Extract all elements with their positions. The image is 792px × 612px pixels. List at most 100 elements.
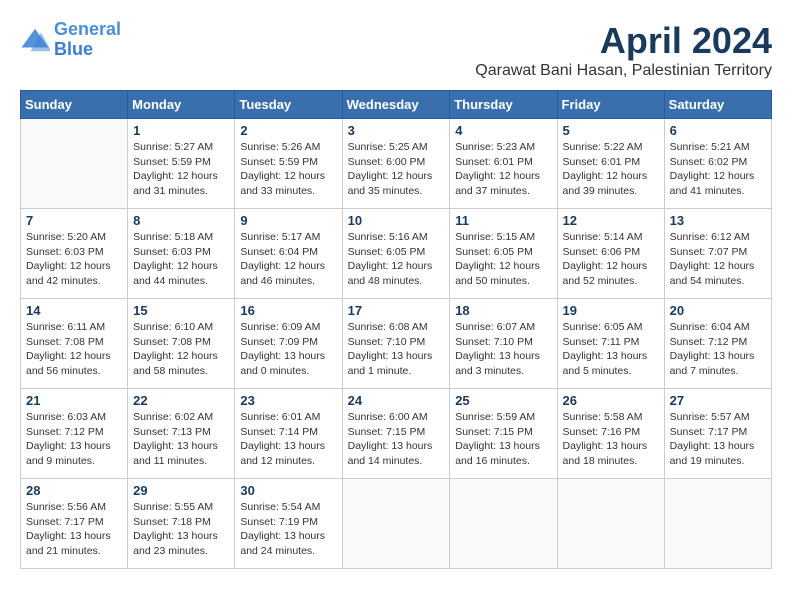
day-number: 13: [670, 213, 766, 228]
day-info: Sunrise: 5:22 AMSunset: 6:01 PMDaylight:…: [563, 140, 659, 199]
week-row-4: 21 Sunrise: 6:03 AMSunset: 7:12 PMDayligh…: [21, 389, 772, 479]
day-number: 22: [133, 393, 229, 408]
calendar-cell: [557, 479, 664, 569]
day-number: 30: [240, 483, 336, 498]
day-info: Sunrise: 5:17 AMSunset: 6:04 PMDaylight:…: [240, 230, 336, 289]
day-number: 16: [240, 303, 336, 318]
calendar-cell: 19 Sunrise: 6:05 AMSunset: 7:11 PMDayligh…: [557, 299, 664, 389]
column-header-thursday: Thursday: [450, 91, 557, 119]
calendar-cell: 12 Sunrise: 5:14 AMSunset: 6:06 PMDayligh…: [557, 209, 664, 299]
calendar-cell: [342, 479, 450, 569]
day-number: 25: [455, 393, 551, 408]
day-number: 2: [240, 123, 336, 138]
calendar-cell: 26 Sunrise: 5:58 AMSunset: 7:16 PMDayligh…: [557, 389, 664, 479]
day-info: Sunrise: 5:58 AMSunset: 7:16 PMDaylight:…: [563, 410, 659, 469]
column-header-tuesday: Tuesday: [235, 91, 342, 119]
week-row-3: 14 Sunrise: 6:11 AMSunset: 7:08 PMDayligh…: [21, 299, 772, 389]
day-number: 20: [670, 303, 766, 318]
day-info: Sunrise: 6:11 AMSunset: 7:08 PMDaylight:…: [26, 320, 122, 379]
day-info: Sunrise: 5:23 AMSunset: 6:01 PMDaylight:…: [455, 140, 551, 199]
calendar-table: SundayMondayTuesdayWednesdayThursdayFrid…: [20, 90, 772, 569]
calendar-cell: [450, 479, 557, 569]
day-number: 5: [563, 123, 659, 138]
calendar-cell: 6 Sunrise: 5:21 AMSunset: 6:02 PMDaylight…: [664, 119, 771, 209]
calendar-cell: 16Sunrise: 6:09 AMSunset: 7:09 PMDayligh…: [235, 299, 342, 389]
calendar-cell: 10 Sunrise: 5:16 AMSunset: 6:05 PMDayligh…: [342, 209, 450, 299]
calendar-cell: [664, 479, 771, 569]
day-number: 6: [670, 123, 766, 138]
calendar-cell: 14 Sunrise: 6:11 AMSunset: 7:08 PMDayligh…: [21, 299, 128, 389]
calendar-cell: 7 Sunrise: 5:20 AMSunset: 6:03 PMDaylight…: [21, 209, 128, 299]
day-info: Sunrise: 5:59 AMSunset: 7:15 PMDaylight:…: [455, 410, 551, 469]
day-number: 27: [670, 393, 766, 408]
day-info: Sunrise: 5:27 AMSunset: 5:59 PMDaylight:…: [133, 140, 229, 199]
day-number: 9: [240, 213, 336, 228]
calendar-cell: 13 Sunrise: 6:12 AMSunset: 7:07 PMDayligh…: [664, 209, 771, 299]
day-info: Sunrise: 6:03 AMSunset: 7:12 PMDaylight:…: [26, 410, 122, 469]
day-number: 15: [133, 303, 229, 318]
calendar-cell: 1 Sunrise: 5:27 AMSunset: 5:59 PMDaylight…: [128, 119, 235, 209]
calendar-cell: 21 Sunrise: 6:03 AMSunset: 7:12 PMDayligh…: [21, 389, 128, 479]
month-title: April 2024: [475, 20, 772, 62]
day-info: Sunrise: 5:16 AMSunset: 6:05 PMDaylight:…: [348, 230, 445, 289]
day-number: 4: [455, 123, 551, 138]
day-info: Sunrise: 5:20 AMSunset: 6:03 PMDaylight:…: [26, 230, 122, 289]
calendar-cell: 28 Sunrise: 5:56 AMSunset: 7:17 PMDayligh…: [21, 479, 128, 569]
calendar-cell: 5 Sunrise: 5:22 AMSunset: 6:01 PMDaylight…: [557, 119, 664, 209]
calendar-cell: 30Sunrise: 5:54 AMSunset: 7:19 PMDayligh…: [235, 479, 342, 569]
column-header-wednesday: Wednesday: [342, 91, 450, 119]
day-number: 26: [563, 393, 659, 408]
calendar-cell: 22 Sunrise: 6:02 AMSunset: 7:13 PMDayligh…: [128, 389, 235, 479]
calendar-cell: 2 Sunrise: 5:26 AMSunset: 5:59 PMDaylight…: [235, 119, 342, 209]
calendar-cell: 18 Sunrise: 6:07 AMSunset: 7:10 PMDayligh…: [450, 299, 557, 389]
day-number: 18: [455, 303, 551, 318]
day-number: 10: [348, 213, 445, 228]
day-info: Sunrise: 6:10 AMSunset: 7:08 PMDaylight:…: [133, 320, 229, 379]
day-info: Sunrise: 6:01 AMSunset: 7:14 PMDaylight:…: [240, 410, 336, 469]
day-info: Sunrise: 5:18 AMSunset: 6:03 PMDaylight:…: [133, 230, 229, 289]
day-info: Sunrise: 5:14 AMSunset: 6:06 PMDaylight:…: [563, 230, 659, 289]
day-number: 28: [26, 483, 122, 498]
day-number: 24: [348, 393, 445, 408]
day-info: Sunrise: 5:56 AMSunset: 7:17 PMDaylight:…: [26, 500, 122, 559]
logo-text: General Blue: [54, 20, 121, 60]
day-info: Sunrise: 5:25 AMSunset: 6:00 PMDaylight:…: [348, 140, 445, 199]
day-number: 23: [240, 393, 336, 408]
day-info: Sunrise: 6:05 AMSunset: 7:11 PMDaylight:…: [563, 320, 659, 379]
column-header-saturday: Saturday: [664, 91, 771, 119]
day-info: Sunrise: 6:08 AMSunset: 7:10 PMDaylight:…: [348, 320, 445, 379]
page-header: General Blue April 2024 Qarawat Bani Has…: [20, 20, 772, 80]
calendar-cell: 23 Sunrise: 6:01 AMSunset: 7:14 PMDayligh…: [235, 389, 342, 479]
day-info: Sunrise: 6:04 AMSunset: 7:12 PMDaylight:…: [670, 320, 766, 379]
calendar-cell: 11 Sunrise: 5:15 AMSunset: 6:05 PMDayligh…: [450, 209, 557, 299]
day-info: Sunrise: 6:02 AMSunset: 7:13 PMDaylight:…: [133, 410, 229, 469]
calendar-cell: 8 Sunrise: 5:18 AMSunset: 6:03 PMDaylight…: [128, 209, 235, 299]
day-number: 19: [563, 303, 659, 318]
day-info: Sunrise: 6:00 AMSunset: 7:15 PMDaylight:…: [348, 410, 445, 469]
day-info: Sunrise: 5:26 AMSunset: 5:59 PMDaylight:…: [240, 140, 336, 199]
day-number: 14: [26, 303, 122, 318]
day-info: Sunrise: 6:12 AMSunset: 7:07 PMDaylight:…: [670, 230, 766, 289]
day-number: 7: [26, 213, 122, 228]
week-row-2: 7 Sunrise: 5:20 AMSunset: 6:03 PMDaylight…: [21, 209, 772, 299]
day-number: 8: [133, 213, 229, 228]
calendar-cell: 29Sunrise: 5:55 AMSunset: 7:18 PMDayligh…: [128, 479, 235, 569]
logo: General Blue: [20, 20, 121, 60]
week-row-1: 1 Sunrise: 5:27 AMSunset: 5:59 PMDaylight…: [21, 119, 772, 209]
calendar-header-row: SundayMondayTuesdayWednesdayThursdayFrid…: [21, 91, 772, 119]
day-info: Sunrise: 6:07 AMSunset: 7:10 PMDaylight:…: [455, 320, 551, 379]
week-row-5: 28 Sunrise: 5:56 AMSunset: 7:17 PMDayligh…: [21, 479, 772, 569]
day-number: 21: [26, 393, 122, 408]
day-info: Sunrise: 5:15 AMSunset: 6:05 PMDaylight:…: [455, 230, 551, 289]
day-number: 29: [133, 483, 229, 498]
calendar-cell: [21, 119, 128, 209]
day-number: 12: [563, 213, 659, 228]
calendar-cell: 3Sunrise: 5:25 AMSunset: 6:00 PMDaylight…: [342, 119, 450, 209]
calendar-cell: 25 Sunrise: 5:59 AMSunset: 7:15 PMDayligh…: [450, 389, 557, 479]
day-number: 1: [133, 123, 229, 138]
calendar-cell: 4 Sunrise: 5:23 AMSunset: 6:01 PMDaylight…: [450, 119, 557, 209]
location-title: Qarawat Bani Hasan, Palestinian Territor…: [475, 62, 772, 80]
day-info: Sunrise: 5:21 AMSunset: 6:02 PMDaylight:…: [670, 140, 766, 199]
day-number: 11: [455, 213, 551, 228]
calendar-cell: 24 Sunrise: 6:00 AMSunset: 7:15 PMDayligh…: [342, 389, 450, 479]
